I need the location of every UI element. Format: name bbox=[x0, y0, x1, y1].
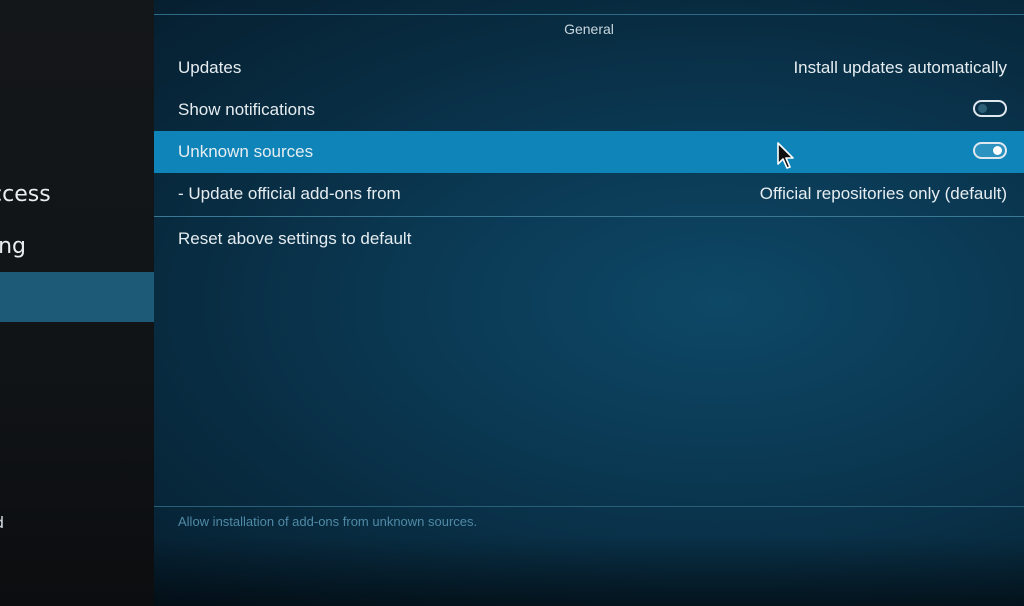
setting-label: Show notifications bbox=[178, 100, 316, 119]
sidebar-item-access[interactable]: ccess bbox=[0, 170, 154, 220]
sidebar: ccess ing d bbox=[0, 0, 154, 606]
setting-unknown-sources[interactable]: Unknown sources bbox=[154, 131, 1024, 173]
mouse-pointer-icon bbox=[777, 142, 794, 169]
setting-label: Updates bbox=[178, 58, 242, 77]
top-divider bbox=[154, 14, 1024, 15]
sidebar-item-label: d bbox=[0, 498, 4, 548]
sidebar-item-selected[interactable] bbox=[0, 272, 154, 322]
setting-label: - Update official add-ons from bbox=[178, 184, 401, 203]
setting-description: Allow installation of add-ons from unkno… bbox=[178, 514, 478, 529]
toggle-switch-off[interactable] bbox=[973, 100, 1007, 117]
reset-settings-button[interactable]: Reset above settings to default bbox=[154, 218, 1024, 260]
setting-value: Install updates automatically bbox=[793, 58, 1007, 77]
setting-value: Official repositories only (default) bbox=[759, 184, 1007, 203]
sidebar-item-label: ing bbox=[0, 234, 27, 259]
footer-divider bbox=[154, 506, 1024, 507]
sidebar-item-label: ccess bbox=[0, 182, 51, 207]
setting-label: Unknown sources bbox=[178, 142, 314, 161]
toggle-knob bbox=[978, 104, 987, 113]
settings-screen: ccess ing d General Updates Install upda… bbox=[0, 0, 1024, 606]
sidebar-item-bottom[interactable]: d bbox=[0, 498, 154, 548]
settings-panel: General Updates Install updates automati… bbox=[154, 0, 1024, 606]
setting-label: Reset above settings to default bbox=[178, 229, 412, 248]
sidebar-item-ing[interactable]: ing bbox=[0, 222, 154, 272]
section-title: General bbox=[564, 21, 614, 37]
section-divider bbox=[154, 216, 1024, 217]
setting-updates[interactable]: Updates Install updates automatically bbox=[154, 47, 1024, 89]
setting-update-official-addons[interactable]: - Update official add-ons from Official … bbox=[154, 173, 1024, 215]
toggle-switch-on[interactable] bbox=[973, 142, 1007, 159]
setting-show-notifications[interactable]: Show notifications bbox=[154, 89, 1024, 131]
toggle-knob bbox=[993, 146, 1002, 155]
